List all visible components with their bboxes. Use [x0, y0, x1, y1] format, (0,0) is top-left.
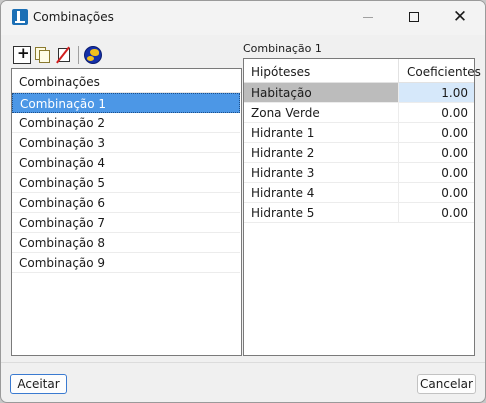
hypothesis-cell: Hidrante 1 [244, 123, 399, 142]
table-row[interactable]: Hidrante 3 0.00 [244, 163, 474, 183]
table-row[interactable]: Hidrante 2 0.00 [244, 143, 474, 163]
app-icon [12, 9, 28, 25]
toolbar-separator [78, 46, 79, 64]
table-row[interactable]: Zona Verde 0.00 [244, 103, 474, 123]
hypothesis-cell: Habitação [244, 83, 399, 102]
accept-button[interactable]: Aceitar [10, 374, 67, 394]
add-icon[interactable] [13, 44, 31, 64]
hypothesis-cell: Hidrante 5 [244, 203, 399, 222]
toolbar [13, 44, 105, 65]
coefficient-cell[interactable]: 0.00 [399, 183, 474, 202]
list-item[interactable]: Combinação 3 [12, 133, 240, 153]
coefficient-cell[interactable]: 0.00 [399, 123, 474, 142]
list-items: Combinação 1 Combinação 2 Combinação 3 Comb… [12, 93, 241, 273]
maximize-button[interactable] [391, 1, 437, 33]
list-item[interactable]: Combinação 9 [12, 253, 240, 273]
title-bar: Combinações ✕ [1, 1, 485, 35]
table-row[interactable]: Habitação 1.00 [244, 83, 474, 103]
list-item[interactable]: Combinação 1 [12, 93, 240, 113]
coefficient-cell[interactable]: 0.00 [399, 163, 474, 182]
cancel-button[interactable]: Cancelar [417, 374, 476, 394]
minimize-button[interactable] [345, 1, 391, 33]
footer-divider [1, 362, 485, 363]
coefficient-cell[interactable]: 1.00 [399, 83, 474, 102]
delete-icon[interactable] [55, 46, 73, 64]
list-item[interactable]: Combinação 5 [12, 173, 240, 193]
copy-icon[interactable] [34, 46, 52, 64]
list-item[interactable]: Combinação 7 [12, 213, 240, 233]
list-header: Combinações [12, 69, 241, 93]
coefficient-cell[interactable]: 0.00 [399, 143, 474, 162]
list-item[interactable]: Combinação 4 [12, 153, 240, 173]
coefficients-table: Hipóteses Coeficientes Habitação 1.00 Zona… [243, 58, 481, 356]
hypothesis-cell: Hidrante 2 [244, 143, 399, 162]
combinations-dialog: Combinações ✕ Combinação 1 Combinações C… [0, 0, 486, 403]
combinations-list: Combinações Combinação 1 Combinação 2 Comb… [11, 68, 242, 356]
list-item[interactable]: Combinação 2 [12, 113, 240, 133]
coefficient-cell[interactable]: 0.00 [399, 103, 474, 122]
column-header-hypotheses[interactable]: Hipóteses [244, 59, 399, 82]
window-title: Combinações [33, 10, 114, 24]
table-header-row: Hipóteses Coeficientes [244, 59, 481, 83]
hypothesis-cell: Hidrante 3 [244, 163, 399, 182]
table-row[interactable]: Hidrante 4 0.00 [244, 183, 474, 203]
list-item[interactable]: Combinação 6 [12, 193, 240, 213]
close-icon: ✕ [452, 6, 468, 27]
close-button[interactable]: ✕ [437, 1, 483, 33]
globe-icon[interactable] [84, 46, 102, 64]
hypothesis-cell: Zona Verde [244, 103, 399, 122]
table-row[interactable]: Hidrante 1 0.00 [244, 123, 474, 143]
coefficient-cell[interactable]: 0.00 [399, 203, 474, 222]
list-item[interactable]: Combinação 8 [12, 233, 240, 253]
hypothesis-cell: Hidrante 4 [244, 183, 399, 202]
selected-combination-label: Combinação 1 [243, 42, 322, 55]
maximize-icon [409, 12, 419, 22]
column-header-coefficients[interactable]: Coeficientes [399, 59, 481, 82]
minimize-icon [363, 16, 373, 18]
table-row[interactable]: Hidrante 5 0.00 [244, 203, 474, 223]
table-body: Habitação 1.00 Zona Verde 0.00 Hidrante 1 0.0… [244, 83, 474, 223]
